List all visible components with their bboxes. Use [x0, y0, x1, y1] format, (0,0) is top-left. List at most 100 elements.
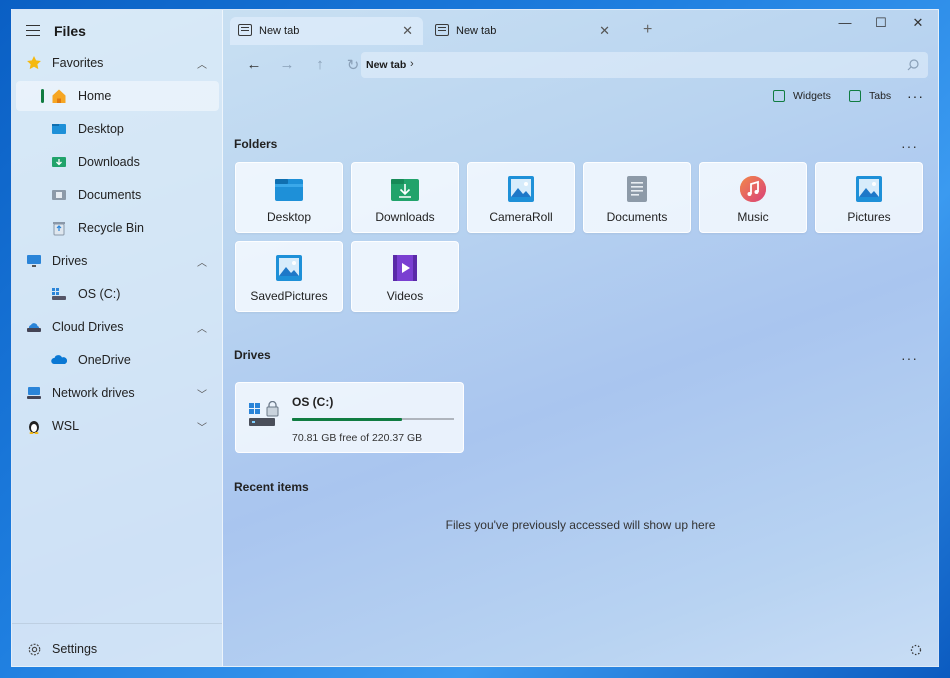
star-icon: [26, 55, 42, 71]
loading-spinner-icon: [910, 644, 922, 656]
tabs-button[interactable]: Tabs: [849, 90, 891, 102]
widgets-label: Widgets: [793, 90, 831, 102]
desktop-folder-icon: [51, 121, 67, 137]
sidebar-item-label: Favorites: [52, 56, 104, 70]
downloads-folder-icon: [51, 154, 67, 170]
widgets-button[interactable]: Widgets: [773, 90, 831, 102]
documents-icon: [627, 176, 647, 202]
forward-button[interactable]: →: [277, 56, 297, 73]
folder-label: CameraRoll: [489, 210, 553, 224]
refresh-button[interactable]: ↻: [343, 56, 363, 74]
files-window: Files Favorites ︿ Home Desktop Downloads…: [11, 9, 939, 667]
folders-section-title: Folders: [234, 137, 278, 151]
folder-label: SavedPictures: [250, 289, 328, 303]
folder-card-downloads[interactable]: Downloads: [351, 162, 459, 233]
sidebar-item-label: OS (C:): [78, 287, 121, 301]
pictures-icon: [276, 255, 302, 281]
drives-more-button[interactable]: ···: [901, 350, 918, 366]
drive-icon: [249, 401, 279, 426]
sidebar-item-downloads[interactable]: Downloads: [16, 147, 219, 177]
sidebar-item-recycle-bin[interactable]: Recycle Bin: [16, 213, 219, 243]
tab-label: New tab: [456, 25, 497, 37]
sidebar-item-favorites[interactable]: Favorites ︿: [16, 48, 219, 78]
tab-new-tab-1[interactable]: New tab ✕: [230, 17, 423, 45]
folder-card-desktop[interactable]: Desktop: [235, 162, 343, 233]
drive-name: OS (C:): [292, 395, 334, 409]
chevron-up-icon[interactable]: ︿: [197, 56, 207, 71]
chevron-down-icon[interactable]: ﹀: [197, 386, 207, 401]
folder-card-documents[interactable]: Documents: [583, 162, 691, 233]
new-tab-button[interactable]: +: [643, 21, 652, 39]
folder-card-cameraroll[interactable]: CameraRoll: [467, 162, 575, 233]
drives-section-title: Drives: [234, 348, 271, 362]
search-icon[interactable]: [906, 58, 920, 72]
videos-icon: [393, 255, 417, 281]
downloads-folder-icon: [391, 179, 419, 201]
monitor-icon: [26, 253, 42, 269]
navigation-bar: ← → ↑ ↻ New tab ›: [223, 52, 938, 80]
sidebar-item-label: Downloads: [78, 155, 140, 169]
folder-card-savedpictures[interactable]: SavedPictures: [235, 241, 343, 312]
folders-more-button[interactable]: ···: [901, 138, 918, 154]
sidebar-item-network-drives[interactable]: Network drives ﹀: [16, 378, 219, 408]
drive-usage-bar: [292, 417, 454, 421]
sidebar-item-onedrive[interactable]: OneDrive: [16, 345, 219, 375]
desktop-folder-icon: [275, 179, 303, 201]
sidebar-item-cloud-drives[interactable]: Cloud Drives ︿: [16, 312, 219, 342]
folder-label: Downloads: [375, 210, 435, 224]
sidebar-item-documents[interactable]: Documents: [16, 180, 219, 210]
sidebar-item-os-c[interactable]: OS (C:): [16, 279, 219, 309]
close-tab-icon[interactable]: ✕: [402, 23, 413, 39]
sidebar-item-label: Drives: [52, 254, 88, 268]
home-icon: [51, 88, 67, 104]
drive-card-os-c[interactable]: OS (C:) 70.81 GB free of 220.37 GB: [235, 382, 464, 453]
tabs-label: Tabs: [869, 90, 892, 102]
sidebar-item-home[interactable]: Home: [16, 81, 219, 111]
up-button[interactable]: ↑: [310, 56, 330, 73]
sidebar-item-desktop[interactable]: Desktop: [16, 114, 219, 144]
sidebar-item-label: Network drives: [52, 386, 135, 400]
sidebar-item-label: Recycle Bin: [78, 221, 144, 235]
folder-card-music[interactable]: Music: [699, 162, 807, 233]
sidebar-item-label: Home: [78, 89, 112, 103]
folder-label: Desktop: [266, 210, 312, 224]
close-window-button[interactable]: ✕: [903, 15, 933, 31]
sidebar-item-label: Cloud Drives: [52, 320, 124, 334]
folder-card-pictures[interactable]: Pictures: [815, 162, 923, 233]
sidebar-header: Files: [12, 10, 222, 52]
hamburger-menu-icon[interactable]: [26, 25, 40, 37]
folder-label: Documents: [606, 210, 668, 224]
breadcrumb-item[interactable]: New tab: [366, 59, 406, 71]
minimize-button[interactable]: —: [830, 15, 860, 30]
settings-button[interactable]: Settings: [16, 634, 219, 664]
chevron-up-icon[interactable]: ︿: [197, 320, 207, 335]
sidebar-item-label: OneDrive: [78, 353, 131, 367]
cloud-drive-icon: [26, 319, 42, 335]
breadcrumb-chevron-icon[interactable]: ›: [410, 58, 414, 70]
more-options-button[interactable]: ···: [907, 88, 924, 104]
recent-items-empty-message: Files you've previously accessed will sh…: [445, 518, 716, 532]
address-bar[interactable]: New tab ›: [361, 52, 928, 78]
tab-new-tab-2[interactable]: New tab ✕: [427, 17, 620, 45]
chevron-down-icon[interactable]: ﹀: [197, 419, 207, 434]
home-content: Folders ··· Desktop Downloads CameraRoll…: [223, 110, 938, 666]
selection-indicator: [41, 89, 44, 103]
chevron-up-icon[interactable]: ︿: [197, 254, 207, 269]
pictures-icon: [508, 176, 534, 202]
sidebar-item-label: WSL: [52, 419, 80, 433]
sidebar-item-label: Documents: [78, 188, 142, 202]
maximize-button[interactable]: ☐: [866, 15, 896, 31]
sidebar-item-drives[interactable]: Drives ︿: [16, 246, 219, 276]
linux-penguin-icon: [26, 418, 42, 434]
gear-icon: [26, 641, 42, 657]
back-button[interactable]: ←: [244, 56, 264, 73]
close-tab-icon[interactable]: ✕: [599, 23, 610, 39]
drive-icon: [51, 286, 67, 302]
sidebar-item-wsl[interactable]: WSL ﹀: [16, 411, 219, 441]
folder-label: Pictures: [847, 210, 891, 224]
pictures-icon: [856, 176, 882, 202]
folder-card-videos[interactable]: Videos: [351, 241, 459, 312]
toolbar: Widgets Tabs ···: [223, 86, 938, 110]
sidebar: Files Favorites ︿ Home Desktop Downloads…: [12, 10, 223, 666]
drive-free-space: 70.81 GB free of 220.37 GB: [292, 432, 423, 444]
